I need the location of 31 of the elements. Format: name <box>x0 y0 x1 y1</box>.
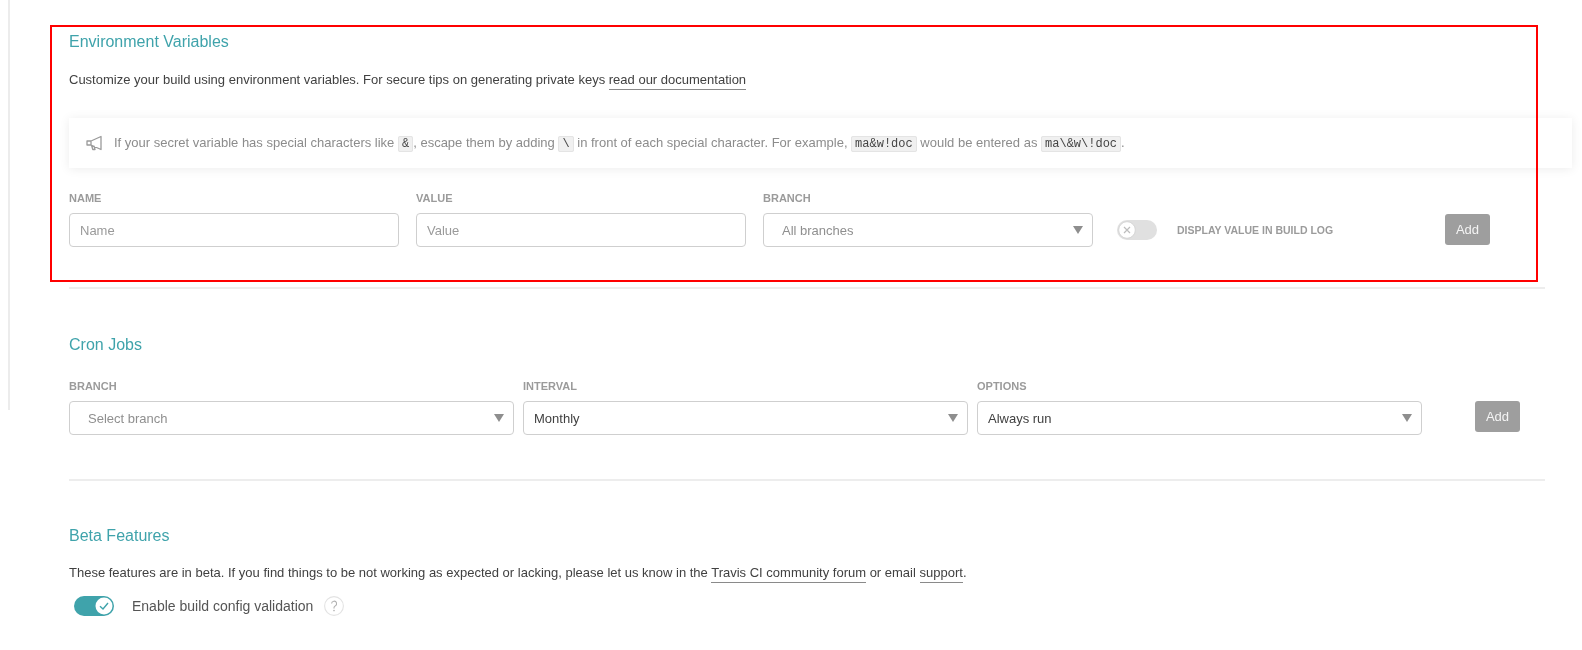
field-label: INTERVAL <box>523 379 577 393</box>
field-label: BRANCH <box>69 379 117 393</box>
field-label: NAME <box>69 191 102 205</box>
toggle-label: DISPLAY VALUE IN BUILD LOG <box>1177 224 1334 236</box>
caret-icon <box>494 414 504 422</box>
caret-icon <box>1073 226 1083 234</box>
description-text: Customize your build using environment variables. For secure tips on generating private keys read our documentation <box>69 71 1545 89</box>
text-link[interactable]: Travis CI community forum <box>711 565 867 583</box>
description-text: These features are in beta. If you find things to be not working as expected or lacking, please let us know in the Travis CI community forum or email support. <box>69 564 1545 582</box>
section-title: Cron Jobs <box>69 335 143 355</box>
x-icon <box>1118 221 1136 239</box>
megaphone-icon <box>85 135 105 151</box>
text-input[interactable]: Value <box>416 213 746 247</box>
section-title: Environment Variables <box>69 32 230 52</box>
field-label: OPTIONS <box>977 379 1027 393</box>
toggle-switch[interactable] <box>1117 220 1157 240</box>
section-title: Beta Features <box>69 526 171 546</box>
text-link[interactable]: support <box>919 565 963 583</box>
text-link[interactable]: read our documentation <box>608 72 747 90</box>
dropdown-select[interactable]: Always run <box>977 401 1422 435</box>
field-label: VALUE <box>416 191 453 205</box>
help-icon[interactable] <box>324 596 345 616</box>
field-label: BRANCH <box>763 191 811 205</box>
caret-icon <box>1402 414 1412 422</box>
caret-icon <box>948 414 958 422</box>
toggle-switch[interactable] <box>74 596 114 616</box>
note-text: If your secret variable has special characters like & , escape them by adding \ in front of each special character. For example, ma&w!doc would be entered as ma\&w\!doc . <box>114 133 1125 153</box>
dropdown-select[interactable]: Monthly <box>523 401 968 435</box>
check-icon <box>95 597 113 615</box>
text-input[interactable]: Name <box>69 213 399 247</box>
option-label: Enable build config validation <box>132 598 314 614</box>
